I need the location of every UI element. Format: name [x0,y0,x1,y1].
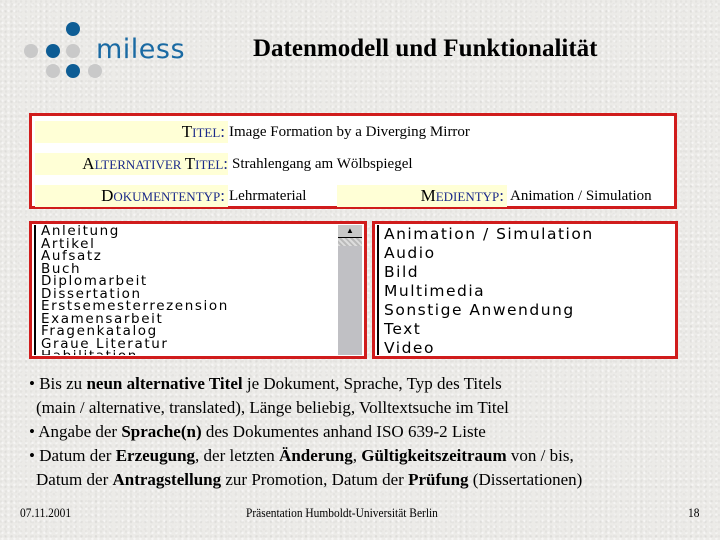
document-type-value: Lehrmaterial [229,188,307,204]
logo-dot [46,64,60,78]
bullet-item: • Angabe der Sprache(n) des Dokumentes a… [29,422,486,441]
bullet-continuation: (main / alternative, translated), Länge … [36,398,509,417]
alternative-title-label: ALTERNATIVER TITEL: [35,153,228,175]
list-item[interactable]: Text [379,320,673,339]
list-item[interactable]: Video [379,339,673,355]
document-type-list[interactable]: Anleitung Artikel Aufsatz Buch Diplomarb… [29,221,367,359]
list-item[interactable]: Aufsatz [36,250,336,263]
logo-dot [66,64,80,78]
title-label: TITEL: [35,121,228,143]
scrollbar[interactable]: ▲ [336,225,362,355]
media-type-label: MEDIENTYP: [337,185,507,207]
slide-title: Datenmodell und Funktionalität [253,35,598,62]
document-type-label: DOKUMENTENTYP: [35,185,228,207]
bullet-item: • Datum der Erzeugung, der letzten Änder… [29,446,574,465]
bullet-list: • Bis zu neun alternative Titel je Dokum… [29,372,582,492]
logo-dot [66,44,80,58]
list-item[interactable]: Animation / Simulation [379,225,673,244]
logo-dot [24,44,38,58]
footer-title: Präsentation Humboldt-Universität Berlin [246,505,438,520]
footer-date: 07.11.2001 [20,505,72,520]
alternative-title-value: Strahlengang am Wölbspiegel [232,156,413,172]
miless-logo: miless [20,18,185,84]
title-value: Image Formation by a Diverging Mirror [229,124,470,140]
scroll-thumb[interactable] [338,238,362,246]
list-item[interactable]: Sonstige Anwendung [379,301,673,320]
metadata-form: TITEL: Image Formation by a Diverging Mi… [29,113,677,209]
bullet-continuation: Datum der Antragstellung zur Promotion, … [36,470,583,489]
scroll-up-arrow-icon[interactable]: ▲ [338,225,362,238]
logo-dot [66,22,80,36]
list-item[interactable]: Audio [379,244,673,263]
logo-dot [46,44,60,58]
list-item[interactable]: Habilitation [36,350,336,355]
page-number: 18 [688,505,700,520]
logo-text: miless [96,34,186,65]
list-item[interactable]: Bild [379,263,673,282]
media-type-value: Animation / Simulation [510,188,652,204]
logo-dot [88,64,102,78]
media-type-list[interactable]: Animation / Simulation Audio Bild Multim… [372,221,678,359]
bullet-item: • Bis zu neun alternative Titel je Dokum… [29,374,502,393]
list-item[interactable]: Multimedia [379,282,673,301]
